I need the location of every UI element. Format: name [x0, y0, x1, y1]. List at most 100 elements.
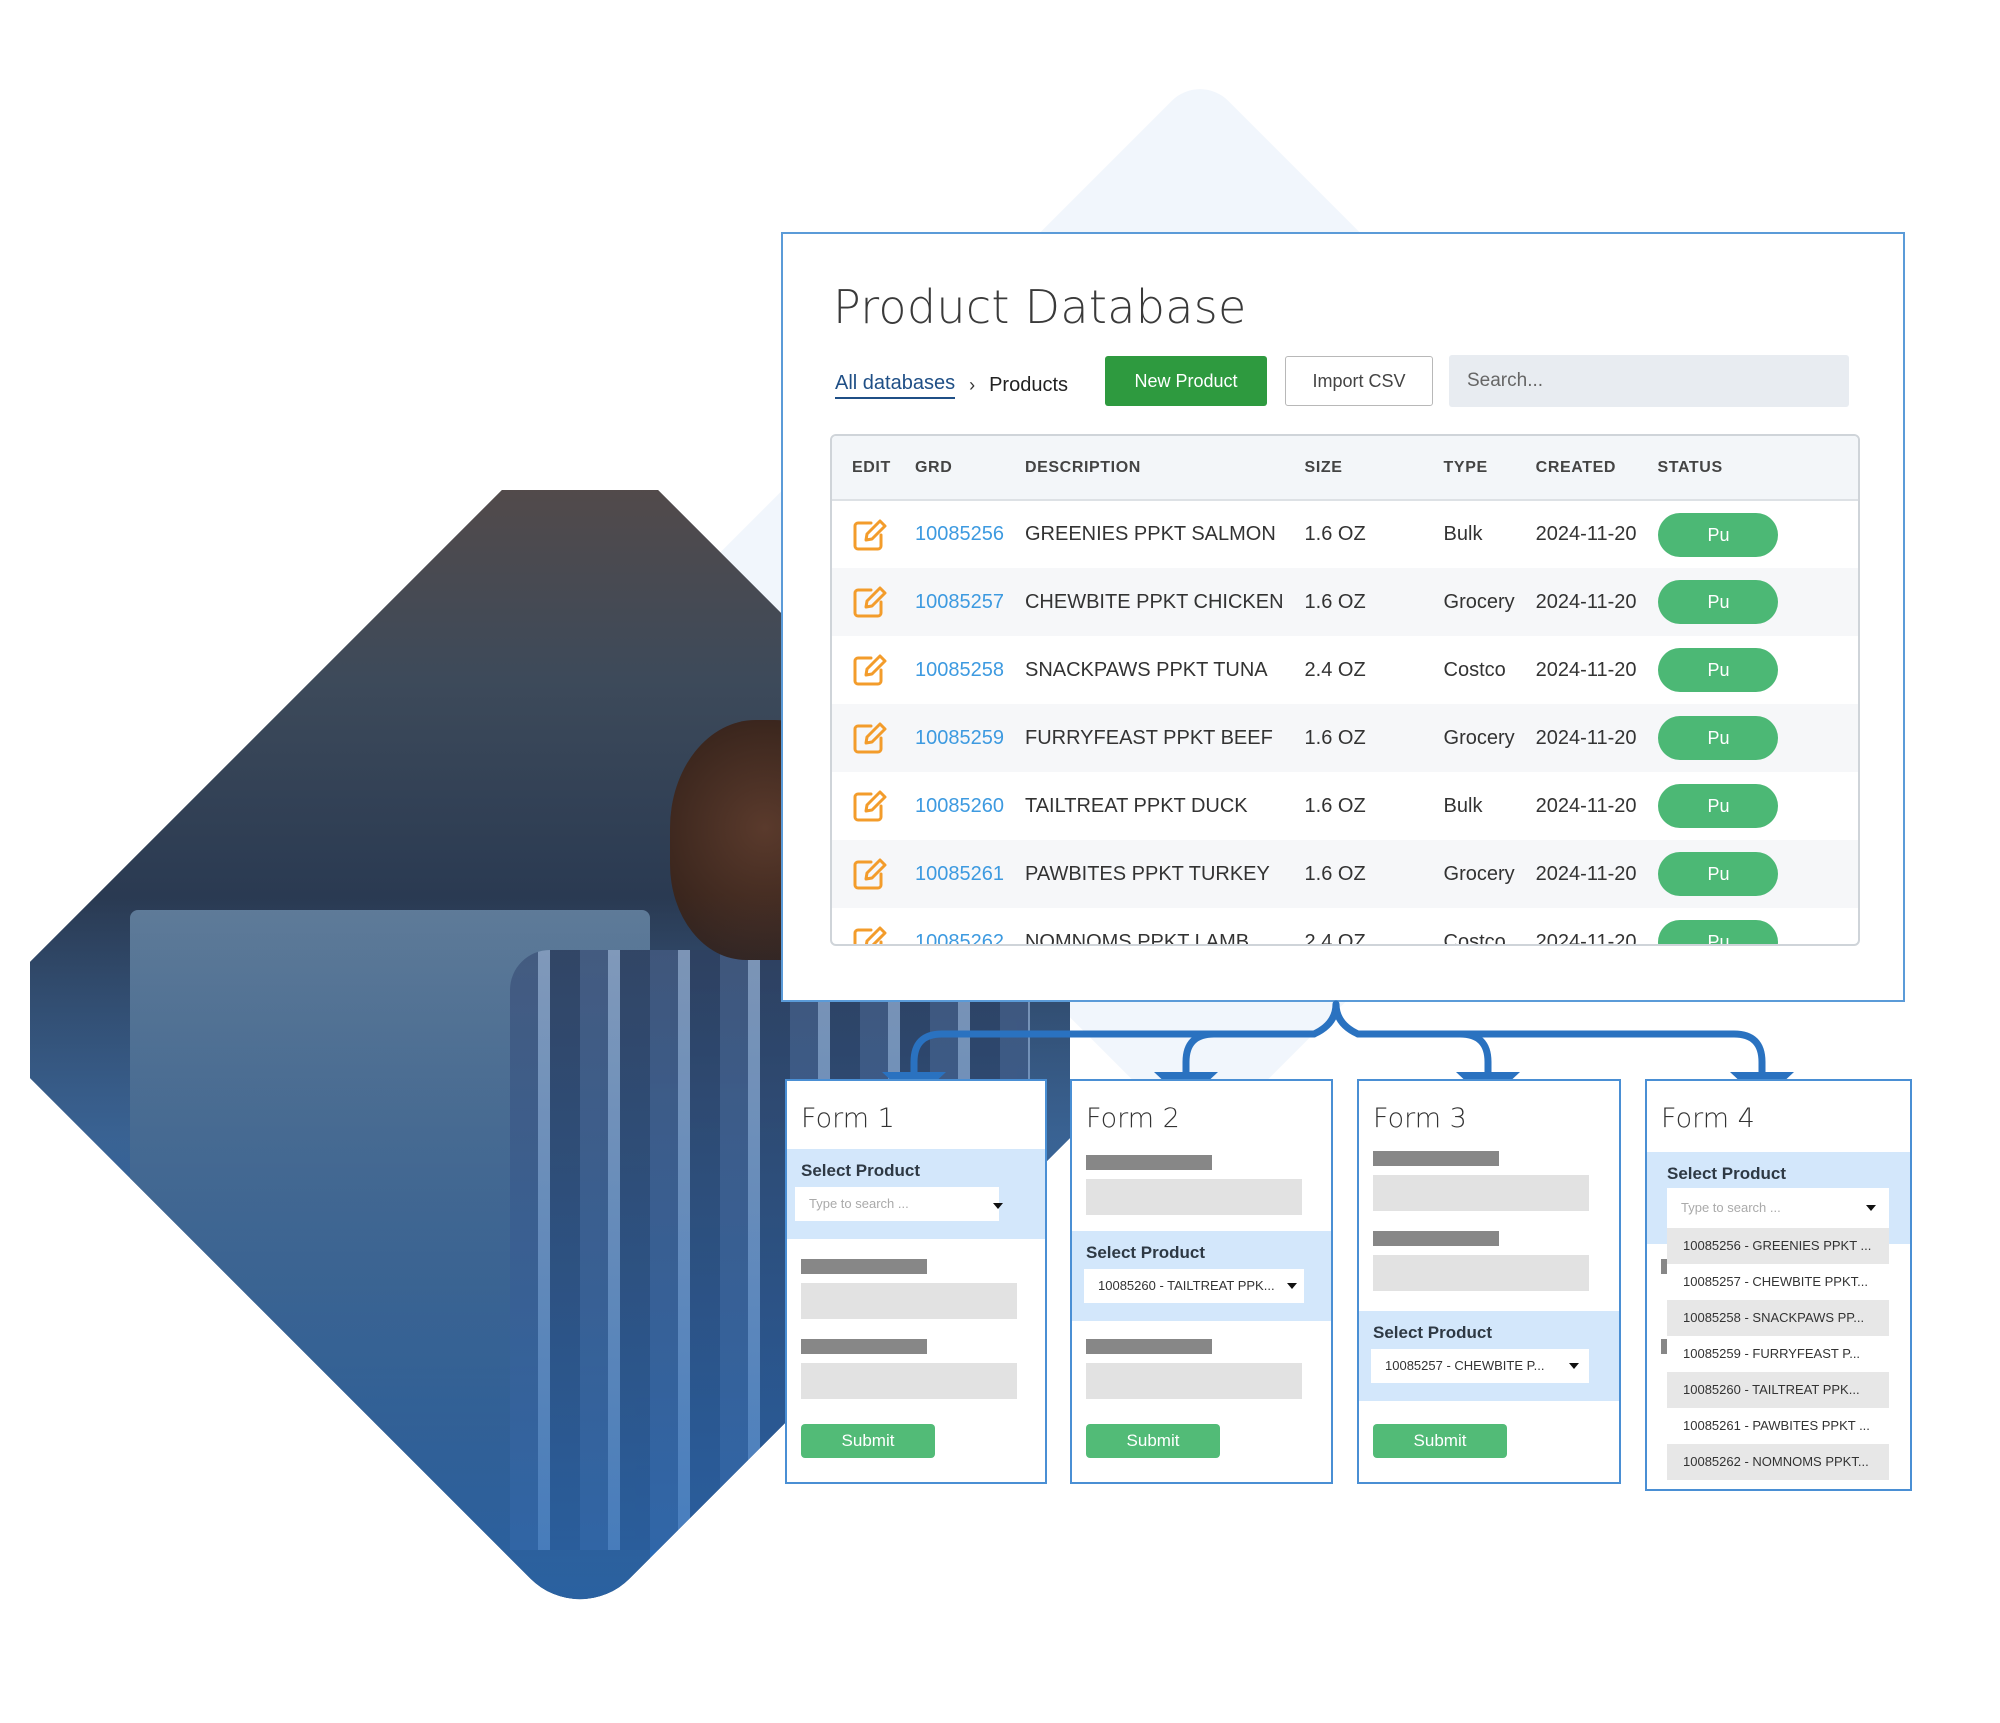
chevron-down-icon[interactable]: [1287, 1283, 1297, 1289]
edit-icon[interactable]: [852, 925, 888, 944]
col-edit[interactable]: EDIT: [832, 436, 895, 500]
chevron-down-icon[interactable]: [1866, 1205, 1876, 1211]
created-cell: 2024-11-20: [1535, 590, 1637, 613]
connector-line-form3: [1354, 1030, 1492, 1079]
status-badge[interactable]: Pu: [1657, 512, 1778, 557]
table-row[interactable]: 10085261 PAWBITES PPKT TURKEY 1.6 OZ Grocer…: [832, 840, 1858, 908]
status-badge[interactable]: Pu: [1657, 648, 1778, 692]
edit-icon[interactable]: [852, 857, 888, 891]
dropdown-option[interactable]: 10085259 - FURRYFEAST P...: [1667, 1336, 1889, 1372]
placeholder-field[interactable]: [801, 1363, 1017, 1399]
description-cell: PAWBITES PPKT TURKEY: [1024, 862, 1270, 885]
grd-link[interactable]: 10085259: [915, 727, 1004, 749]
submit-button[interactable]: Submit: [801, 1424, 935, 1458]
dropdown-option[interactable]: 10085260 - TAILTREAT PPK...: [1667, 1372, 1889, 1408]
table-row[interactable]: 10085257 CHEWBITE PPKT CHICKEN 1.6 OZ Groce…: [832, 568, 1858, 636]
col-type[interactable]: TYPE: [1424, 436, 1516, 500]
connector-line-form4: [1396, 1030, 1766, 1079]
breadcrumb-products: Products: [989, 374, 1069, 396]
col-size[interactable]: SIZE: [1285, 436, 1424, 500]
table-row[interactable]: 10085259 FURRYFEAST PPKT BEEF 1.6 OZ Grocer…: [832, 704, 1858, 772]
grd-link[interactable]: 10085261: [915, 863, 1004, 885]
chevron-down-icon[interactable]: [1569, 1363, 1579, 1369]
created-cell: 2024-11-20: [1535, 726, 1637, 749]
edit-icon[interactable]: [852, 721, 888, 755]
status-badge[interactable]: Pu: [1657, 920, 1778, 944]
size-cell: 1.6 OZ: [1304, 523, 1366, 545]
placeholder-field[interactable]: [1373, 1255, 1589, 1291]
grd-link[interactable]: 10085256: [915, 523, 1004, 545]
table-row[interactable]: 10085260 TAILTREAT PPKT DUCK 1.6 OZ Bulk 202…: [832, 772, 1858, 840]
form-title: Form 1: [801, 1103, 895, 1134]
grd-link[interactable]: 10085260: [915, 795, 1004, 817]
status-badge[interactable]: Pu: [1657, 580, 1778, 624]
dropdown-option[interactable]: 10085262 - NOMNOMS PPKT...: [1667, 1444, 1889, 1480]
grd-link[interactable]: 10085258: [915, 659, 1004, 681]
status-badge[interactable]: Pu: [1657, 852, 1778, 896]
table-row[interactable]: 10085258 SNACKPAWS PPKT TUNA 2.4 OZ Costco 2…: [832, 636, 1858, 704]
type-cell: Bulk: [1443, 794, 1483, 817]
form-1: Form 1 Select Product Type to search ...…: [785, 1079, 1047, 1484]
products-table: EDIT GRD DESCRIPTION SIZE TYPE CREATED S…: [830, 434, 1860, 946]
col-grd[interactable]: GRD: [895, 436, 1005, 500]
select-product-block: Select Product 10085260 - TAILTREAT PPK.…: [1072, 1231, 1331, 1321]
product-database-panel: Product Database All databases › Product…: [781, 232, 1905, 1002]
size-cell: 1.6 OZ: [1304, 862, 1366, 885]
placeholder-field[interactable]: [1086, 1179, 1302, 1215]
import-csv-button[interactable]: Import CSV: [1285, 356, 1433, 406]
col-description[interactable]: DESCRIPTION: [1005, 436, 1285, 500]
select-product-label: Select Product: [1667, 1164, 1787, 1183]
dropdown-option[interactable]: 10085258 - SNACKPAWS PP...: [1667, 1300, 1889, 1336]
type-cell: Grocery: [1443, 726, 1515, 749]
product-select[interactable]: 10085257 - CHEWBITE P...: [1371, 1349, 1589, 1383]
size-cell: 1.6 OZ: [1304, 794, 1366, 817]
product-select[interactable]: Type to search ...: [1667, 1188, 1889, 1228]
edit-icon[interactable]: [852, 653, 888, 687]
submit-button[interactable]: Submit: [1086, 1424, 1220, 1458]
dropdown-option[interactable]: 10085257 - CHEWBITE PPKT...: [1667, 1264, 1889, 1300]
table-row[interactable]: 10085262 NOMNOMS PPKT LAMB 2.4 OZ Costco 202…: [832, 908, 1858, 946]
placeholder-field[interactable]: [1373, 1175, 1589, 1211]
status-badge[interactable]: Pu: [1657, 716, 1778, 760]
placeholder-label: [1373, 1151, 1499, 1166]
product-select[interactable]: 10085260 - TAILTREAT PPK...: [1084, 1269, 1304, 1303]
status-badge[interactable]: Pu: [1657, 784, 1778, 828]
product-dropdown-list: 10085256 - GREENIES PPKT ... 10085257 - C…: [1667, 1228, 1889, 1480]
type-cell: Costco: [1443, 658, 1506, 681]
created-cell: 2024-11-20: [1535, 862, 1637, 885]
dropdown-option[interactable]: 10085256 - GREENIES PPKT ...: [1667, 1228, 1889, 1264]
created-cell: 2024-11-20: [1535, 930, 1637, 946]
search-input[interactable]: [1449, 355, 1849, 407]
description-cell: GREENIES PPKT SALMON: [1024, 523, 1276, 545]
select-product-label: Select Product: [1373, 1323, 1493, 1342]
size-cell: 2.4 OZ: [1304, 658, 1366, 681]
table-header-row: EDIT GRD DESCRIPTION SIZE TYPE CREATED S…: [832, 436, 1859, 500]
grd-link[interactable]: 10085262: [915, 931, 1004, 945]
select-product-label: Select Product: [801, 1161, 921, 1180]
table-row[interactable]: 10085256 GREENIES PPKT SALMON 1.6 OZ Bulk 20…: [832, 500, 1858, 568]
select-product-block: Select Product Type to search ...: [787, 1149, 1045, 1239]
grd-link[interactable]: 10085257: [915, 591, 1004, 613]
placeholder-field[interactable]: [801, 1283, 1017, 1319]
product-select[interactable]: Type to search ...: [795, 1187, 999, 1221]
chevron-down-icon[interactable]: [993, 1203, 1003, 1209]
description-cell: TAILTREAT PPKT DUCK: [1024, 794, 1248, 817]
created-cell: 2024-11-20: [1535, 794, 1637, 817]
edit-icon[interactable]: [852, 518, 888, 552]
placeholder-label: [1086, 1339, 1212, 1354]
breadcrumb-all-databases[interactable]: All databases: [835, 372, 956, 399]
edit-icon[interactable]: [852, 789, 888, 823]
edit-icon[interactable]: [852, 585, 888, 619]
new-product-button[interactable]: New Product: [1105, 356, 1267, 406]
col-created[interactable]: CREATED: [1516, 436, 1638, 500]
placeholder-label: [801, 1339, 927, 1354]
description-cell: FURRYFEAST PPKT BEEF: [1024, 726, 1273, 749]
dropdown-option[interactable]: 10085261 - PAWBITES PPKT ...: [1667, 1408, 1889, 1444]
submit-button[interactable]: Submit: [1373, 1424, 1507, 1458]
size-cell: 2.4 OZ: [1304, 930, 1366, 946]
created-cell: 2024-11-20: [1535, 658, 1637, 681]
type-cell: Costco: [1443, 930, 1506, 946]
col-status[interactable]: STATUS: [1638, 436, 1859, 500]
description-cell: SNACKPAWS PPKT TUNA: [1024, 658, 1268, 681]
placeholder-field[interactable]: [1086, 1363, 1302, 1399]
